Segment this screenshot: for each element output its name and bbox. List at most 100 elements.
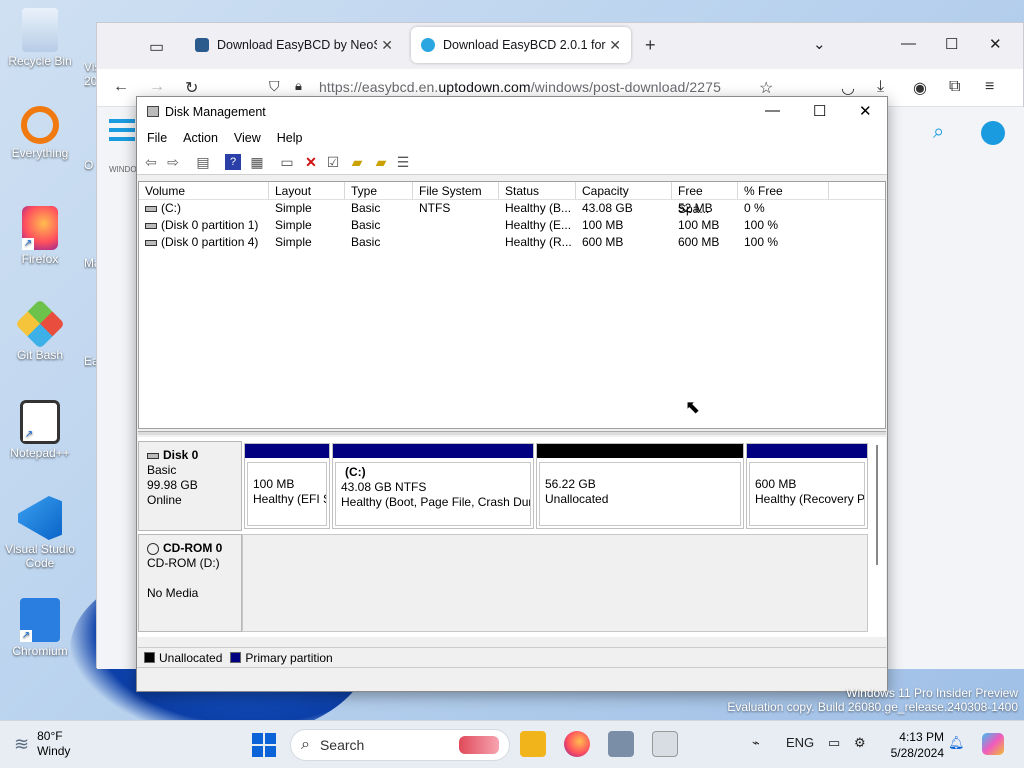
drive-icon <box>145 205 157 212</box>
partition-efi[interactable]: 100 MB Healthy (EFI S <box>244 443 330 529</box>
site-search-icon[interactable]: ⌕ <box>933 121 944 144</box>
tracking-protection-icon[interactable]: ⛉ <box>269 78 280 95</box>
site-user-icon[interactable] <box>981 121 1005 145</box>
back-button[interactable]: ← <box>113 78 129 96</box>
column-header-file-system[interactable]: File System <box>413 182 499 199</box>
list-view-icon[interactable]: ☰ <box>395 154 411 170</box>
lock-icon[interactable]: 🔒︎ <box>295 78 302 94</box>
close-tab-icon[interactable]: ✕ <box>609 37 621 54</box>
file-explorer-icon[interactable] <box>520 731 546 757</box>
delete-icon[interactable]: ✕ <box>303 154 319 170</box>
menu-action[interactable]: Action <box>183 131 218 145</box>
column-header-type[interactable]: Type <box>345 182 413 199</box>
desktop-icon-recycle-bin[interactable]: Recycle Bin <box>2 8 78 68</box>
tab-overview-icon[interactable]: ▭ <box>149 37 164 57</box>
column-header-layout[interactable]: Layout <box>269 182 345 199</box>
weather-widget[interactable]: ≋ 80°F Windy <box>14 729 70 759</box>
help-icon[interactable]: ? <box>225 154 241 170</box>
tab-easybcd-neosmart[interactable]: Download EasyBCD by NeoSmart ✕ <box>185 27 403 63</box>
column-header-free-space[interactable]: Free Spa... <box>672 182 738 216</box>
forward-button[interactable]: → <box>149 78 165 96</box>
uptodown-favicon-icon <box>421 38 435 52</box>
unallocated-space[interactable]: 56.22 GB Unallocated <box>536 443 744 529</box>
window-title: Disk Management <box>165 105 266 119</box>
partition-c[interactable]: (C:) 43.08 GB NTFS Healthy (Boot, Page F… <box>332 443 534 529</box>
start-button[interactable] <box>252 733 276 757</box>
column-header-capacity[interactable]: Capacity <box>576 182 672 199</box>
firefox-icon: ↗ <box>22 206 58 250</box>
legend-swatch-unallocated <box>144 652 155 663</box>
column-header-volume[interactable]: Volume <box>139 182 269 199</box>
computer-management-taskbar-icon[interactable] <box>608 731 634 757</box>
table-row[interactable]: (Disk 0 partition 1) Simple Basic Health… <box>139 217 885 234</box>
maximize-button[interactable]: ☐ <box>813 102 826 120</box>
minimize-button[interactable]: — <box>901 35 916 52</box>
close-button[interactable]: ✕ <box>859 102 872 120</box>
close-window-button[interactable]: ✕ <box>989 35 1002 53</box>
extensions-icon[interactable]: ⧉ <box>949 78 960 96</box>
clock[interactable]: 4:13 PM 5/28/2024 <box>884 729 944 761</box>
minimize-button[interactable]: — <box>765 102 780 119</box>
copilot-icon[interactable] <box>982 733 1004 755</box>
disk-management-taskbar-icon[interactable] <box>652 731 678 757</box>
desktop-icon-everything[interactable]: Everything <box>2 106 78 160</box>
recycle-bin-icon <box>22 8 58 52</box>
menu-icon[interactable]: ≡ <box>985 78 994 96</box>
menu-view[interactable]: View <box>234 131 261 145</box>
show-hide-console-tree-icon[interactable]: ▤ <box>195 154 211 170</box>
downloads-icon[interactable]: ⤓ <box>877 78 884 96</box>
windows-logo-icon <box>252 733 263 744</box>
site-logo-text: WINDO <box>109 165 137 174</box>
menu-help[interactable]: Help <box>277 131 303 145</box>
notification-bell-icon[interactable]: 🔔︎ <box>948 735 965 751</box>
desktop-icon-git-bash[interactable]: Git Bash <box>2 299 78 362</box>
firefox-taskbar-icon[interactable] <box>564 731 590 757</box>
shortcut-arrow-icon: ↗ <box>23 429 35 441</box>
bookmark-star-icon[interactable]: ☆ <box>759 78 773 98</box>
list-all-tabs-icon[interactable]: ⌄ <box>813 35 826 53</box>
cdrom-0-area[interactable] <box>242 534 868 632</box>
search-folder-icon[interactable]: ▰ <box>373 154 389 170</box>
new-tab-button[interactable]: + <box>645 35 656 56</box>
display-icon[interactable]: ▭ <box>828 735 840 751</box>
desktop-icon-chromium[interactable]: ↗ Chromium <box>2 598 78 658</box>
drive-icon <box>145 222 157 229</box>
network-icon[interactable]: ⌁ <box>752 735 760 751</box>
cdrom-0-label[interactable]: CD-ROM 0 CD-ROM (D:) No Media <box>138 534 242 632</box>
folder-up-icon[interactable]: ▰ <box>349 154 365 170</box>
tab-easybcd-uptodown[interactable]: Download EasyBCD 2.0.1 for Windows ✕ <box>411 27 631 63</box>
back-icon[interactable]: ⇦ <box>143 154 159 170</box>
desktop-icon-firefox[interactable]: ↗ Firefox <box>2 206 78 266</box>
table-row[interactable]: (Disk 0 partition 4) Simple Basic Health… <box>139 234 885 251</box>
everything-search-icon <box>21 106 59 144</box>
tab-bar: ▭ Download EasyBCD by NeoSmart ✕ Downloa… <box>97 23 1023 69</box>
vertical-scrollbar[interactable] <box>876 445 878 565</box>
forward-icon[interactable]: ⇨ <box>165 154 181 170</box>
disk-0-label[interactable]: Disk 0 Basic 99.98 GB Online <box>138 441 242 531</box>
close-tab-icon[interactable]: ✕ <box>381 37 393 54</box>
maximize-button[interactable]: ☐ <box>945 35 958 53</box>
taskbar-search[interactable]: ⌕ Search <box>290 729 510 761</box>
properties-icon[interactable]: ▦ <box>249 154 265 170</box>
desktop-icon-notepad-plus-plus[interactable]: ↗ Notepad++ <box>2 400 78 460</box>
check-icon[interactable]: ☑ <box>325 154 341 170</box>
menu-file[interactable]: File <box>147 131 167 145</box>
hamburger-menu-icon[interactable] <box>109 119 135 141</box>
address-bar[interactable]: https://easybcd.en.uptodown.com/windows/… <box>319 79 721 95</box>
column-header-status[interactable]: Status <box>499 182 576 199</box>
language-indicator[interactable]: ENG <box>786 735 814 750</box>
account-icon[interactable]: ◉ <box>913 78 927 98</box>
partition-recovery[interactable]: 600 MB Healthy (Recovery P <box>746 443 868 529</box>
table-row[interactable]: (C:) Simple Basic NTFS Healthy (B... 43.… <box>139 200 885 217</box>
column-header-percent-free[interactable]: % Free <box>738 182 829 199</box>
pocket-icon[interactable]: ◡ <box>841 78 855 98</box>
primary-partition-bar <box>747 444 867 458</box>
desktop-icon-vscode[interactable]: Visual Studio Code <box>2 496 78 570</box>
notepad-plus-plus-icon: ↗ <box>20 400 60 444</box>
settings-gear-icon[interactable]: ⚙ <box>854 735 866 751</box>
pane-splitter[interactable] <box>138 431 886 435</box>
cd-drive-icon <box>147 542 159 555</box>
disk-management-window: Disk Management — ☐ ✕ File Action View H… <box>136 96 888 692</box>
reload-button[interactable]: ↻ <box>185 78 198 98</box>
connect-drive-icon[interactable]: ▭ <box>279 154 295 170</box>
